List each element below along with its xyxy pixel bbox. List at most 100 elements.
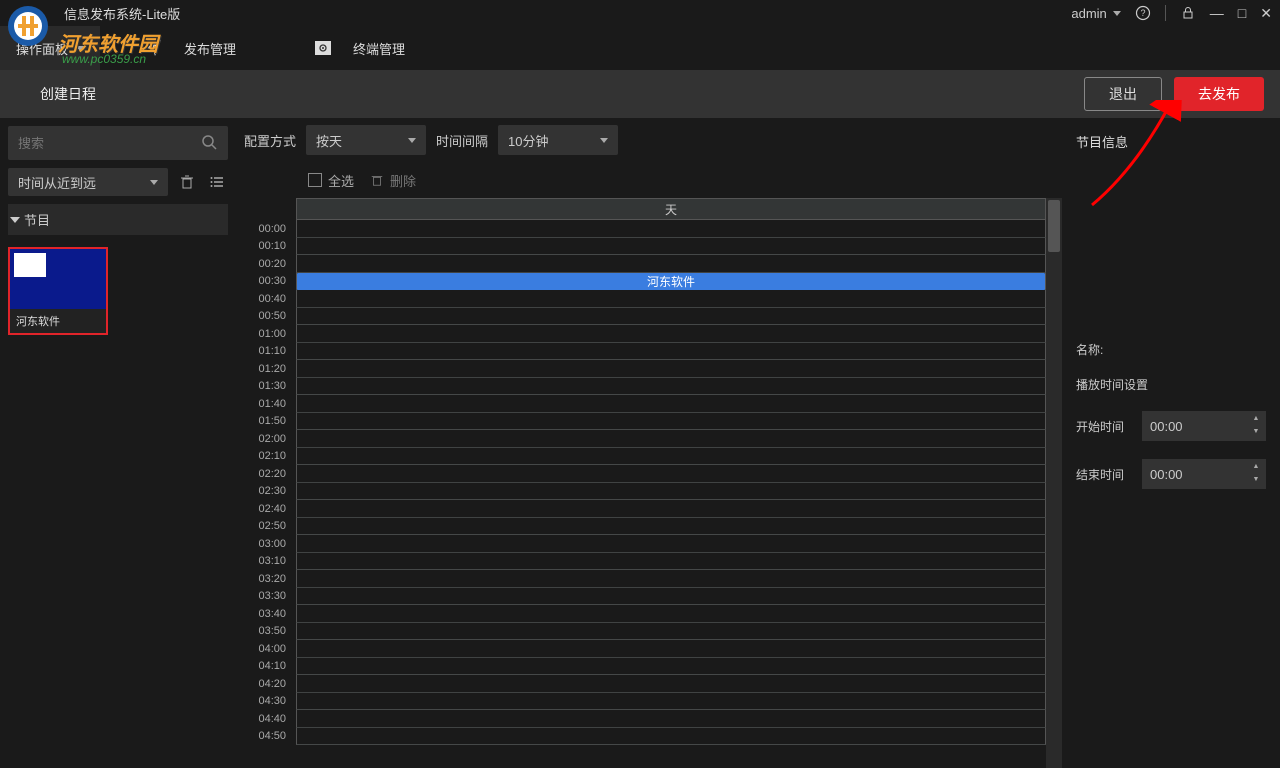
grid-row[interactable] [296, 623, 1046, 641]
grid-row[interactable] [296, 693, 1046, 711]
grid-row[interactable] [296, 570, 1046, 588]
panel-title: 节目信息 [1076, 132, 1266, 151]
grid-row[interactable] [296, 710, 1046, 728]
grid-row[interactable] [296, 535, 1046, 553]
user-name: admin [1071, 6, 1106, 21]
grid-row[interactable] [296, 413, 1046, 431]
time-label: 00:30 [236, 273, 296, 291]
time-label: 02:20 [236, 465, 296, 483]
maximize-button[interactable]: □ [1238, 5, 1246, 21]
publish-button[interactable]: 去发布 [1174, 77, 1264, 111]
section-header-programs[interactable]: 节目 [8, 204, 228, 235]
spin-up-icon[interactable]: ▲ [1250, 461, 1262, 472]
search-icon[interactable] [200, 133, 218, 154]
input-value: 00:00 [1150, 467, 1183, 482]
config-row: 配置方式 按天 时间间隔 10分钟 [236, 118, 1062, 162]
start-time-field: 开始时间 00:00 ▲ ▼ [1076, 411, 1266, 441]
spin-down-icon[interactable]: ▼ [1250, 426, 1262, 437]
center-panel: 配置方式 按天 时间间隔 10分钟 全选 删除 00:0 [236, 118, 1062, 768]
select-all-label: 全选 [328, 171, 354, 190]
grid-row[interactable] [296, 728, 1046, 746]
timeline-event[interactable]: 河东软件 [297, 273, 1045, 290]
start-time-label: 开始时间 [1076, 418, 1132, 435]
titlebar: 信息发布系统-Lite版 admin ? — □ ✕ [0, 0, 1280, 26]
grid-row[interactable] [296, 518, 1046, 536]
grid-row[interactable] [296, 605, 1046, 623]
timeline-toolbar: 全选 删除 [236, 162, 1062, 198]
grid-row[interactable] [296, 500, 1046, 518]
user-menu[interactable]: admin [1071, 6, 1120, 21]
time-label: 03:20 [236, 570, 296, 588]
trash-icon[interactable] [176, 171, 198, 193]
grid-row[interactable] [296, 465, 1046, 483]
end-time-label: 结束时间 [1076, 466, 1132, 483]
program-thumb[interactable]: 河东软件 [8, 247, 108, 335]
delete-button[interactable]: 删除 [370, 171, 416, 190]
time-label: 00:10 [236, 238, 296, 256]
time-label: 04:20 [236, 675, 296, 693]
time-label: 02:00 [236, 430, 296, 448]
chevron-down-icon [1113, 11, 1121, 16]
divider [1165, 5, 1166, 21]
nav-tab-terminal[interactable]: 终端管理 [280, 26, 440, 70]
grid-row[interactable] [296, 308, 1046, 326]
grid-row[interactable] [296, 675, 1046, 693]
chevron-down-icon [408, 138, 416, 143]
spin-up-icon[interactable]: ▲ [1250, 413, 1262, 424]
lock-icon[interactable] [1180, 5, 1196, 21]
start-time-input[interactable]: 00:00 ▲ ▼ [1142, 411, 1266, 441]
help-icon[interactable]: ? [1135, 5, 1151, 21]
time-setting-label: 播放时间设置 [1076, 376, 1266, 393]
grid-row[interactable] [296, 343, 1046, 361]
grid-row[interactable] [296, 290, 1046, 308]
config-interval-select[interactable]: 10分钟 [498, 125, 618, 155]
main-content: 时间从近到远 节目 河东软件 配置方式 按天 [0, 118, 1280, 768]
grid-row[interactable] [296, 430, 1046, 448]
search-input[interactable] [18, 136, 200, 151]
close-button[interactable]: ✕ [1260, 5, 1272, 22]
grid-row[interactable] [296, 483, 1046, 501]
grid-row[interactable] [296, 360, 1046, 378]
grid-row[interactable] [296, 553, 1046, 571]
grid-row[interactable] [296, 640, 1046, 658]
chevron-down-icon [10, 217, 20, 223]
select-all-checkbox[interactable]: 全选 [308, 171, 354, 190]
list-icon[interactable] [206, 171, 228, 193]
grid-row[interactable] [296, 448, 1046, 466]
grid-row[interactable] [296, 658, 1046, 676]
minimize-button[interactable]: — [1210, 5, 1224, 21]
grid-row[interactable] [296, 220, 1046, 238]
time-label: 04:30 [236, 693, 296, 711]
search-box[interactable] [8, 126, 228, 160]
brand-url: www.pc0359.cn [62, 52, 146, 66]
timeline-grid[interactable]: 天 河东软件 [296, 198, 1046, 768]
time-label: 00:50 [236, 308, 296, 326]
sort-select[interactable]: 时间从近到远 [8, 168, 168, 196]
exit-button[interactable]: 退出 [1084, 77, 1162, 111]
timeline: 00:0000:1000:2000:3000:4000:5001:0001:10… [236, 198, 1062, 768]
config-mode-select[interactable]: 按天 [306, 125, 426, 155]
time-label: 04:50 [236, 728, 296, 746]
grid-row[interactable] [296, 395, 1046, 413]
app-logo [4, 2, 52, 50]
grid-row[interactable] [296, 588, 1046, 606]
time-label: 00:40 [236, 290, 296, 308]
time-label: 03:00 [236, 535, 296, 553]
time-label: 02:30 [236, 483, 296, 501]
grid-row[interactable] [296, 378, 1046, 396]
config-interval-label: 时间间隔 [436, 131, 488, 150]
nav-tab-label: 发布管理 [184, 39, 236, 58]
grid-row[interactable] [296, 238, 1046, 256]
grid-row[interactable] [296, 255, 1046, 273]
scrollbar-thumb[interactable] [1048, 200, 1060, 252]
end-time-input[interactable]: 00:00 ▲ ▼ [1142, 459, 1266, 489]
spin-down-icon[interactable]: ▼ [1250, 474, 1262, 485]
nav-tab-label: 终端管理 [353, 39, 405, 58]
time-label: 04:10 [236, 658, 296, 676]
time-label: 01:10 [236, 343, 296, 361]
grid-row[interactable] [296, 325, 1046, 343]
end-time-field: 结束时间 00:00 ▲ ▼ [1076, 459, 1266, 489]
time-label: 04:40 [236, 710, 296, 728]
app-title: 信息发布系统-Lite版 [64, 4, 180, 23]
scrollbar[interactable] [1046, 198, 1062, 768]
